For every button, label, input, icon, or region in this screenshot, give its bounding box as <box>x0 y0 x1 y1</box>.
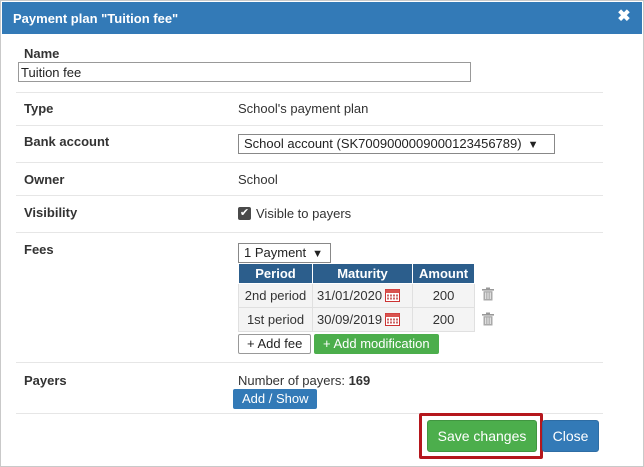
column-header: Amount <box>411 263 476 284</box>
period-cell: 2nd period <box>238 283 313 308</box>
checkmark-icon: ✔ <box>239 207 250 219</box>
dialog-title: Payment plan "Tuition fee" <box>13 11 179 26</box>
trash-icon[interactable] <box>481 287 495 301</box>
column-header: Period <box>238 263 313 284</box>
owner-value: School <box>238 172 278 187</box>
column-header: Maturity <box>312 263 413 284</box>
payers-count-value: 169 <box>348 373 371 388</box>
payers-label: Payers <box>24 373 67 388</box>
maturity-cell[interactable]: 30/09/2019 <box>312 307 413 332</box>
maturity-cell[interactable]: 31/01/2020 <box>312 283 413 308</box>
caret-down-icon: ▼ <box>312 248 324 260</box>
divider <box>16 125 603 126</box>
visibility-label: Visibility <box>24 205 78 220</box>
visibility-checkbox-label: Visible to payers <box>256 206 352 221</box>
maturity-date: 31/01/2020 <box>317 288 383 303</box>
dialog-titlebar: Payment plan "Tuition fee" ✖ <box>2 2 642 34</box>
fees-count-value: 1 Payment <box>244 245 307 260</box>
fees-table: Period Maturity Amount 2nd period 31/01/… <box>238 263 476 332</box>
payers-count-prefix: Number of payers: <box>238 373 345 388</box>
period-cell: 1st period <box>238 307 313 332</box>
maturity-date: 30/09/2019 <box>317 312 383 327</box>
close-icon[interactable]: ✖ <box>616 8 632 26</box>
table-row: 2nd period 31/01/2020 200 <box>238 283 476 308</box>
fees-label: Fees <box>24 242 54 257</box>
type-value: School's payment plan <box>238 101 369 116</box>
amount-cell[interactable]: 200 <box>411 283 476 308</box>
name-label: Name <box>24 46 60 61</box>
fees-count-select[interactable]: 1 Payment ▼ <box>238 243 331 263</box>
divider <box>16 362 603 363</box>
owner-label: Owner <box>24 172 65 187</box>
calendar-icon[interactable] <box>385 312 401 326</box>
trash-icon[interactable] <box>481 312 495 326</box>
calendar-icon[interactable] <box>385 288 401 302</box>
payment-plan-dialog: Payment plan "Tuition fee" ✖ Name Type S… <box>0 0 644 467</box>
name-input[interactable] <box>18 62 471 82</box>
table-header-row: Period Maturity Amount <box>238 263 476 284</box>
divider <box>16 195 603 196</box>
save-changes-button[interactable]: Save changes <box>427 420 537 452</box>
bank-account-value: School account (SK7009000009000123456789… <box>244 136 522 151</box>
divider <box>16 232 603 233</box>
add-modification-button[interactable]: + Add modification <box>314 334 439 354</box>
type-label: Type <box>24 101 54 116</box>
divider <box>16 162 603 163</box>
divider <box>16 92 603 93</box>
caret-down-icon: ▼ <box>527 139 539 151</box>
close-button[interactable]: Close <box>542 420 599 452</box>
add-show-payers-button[interactable]: Add / Show <box>233 389 317 409</box>
table-row: 1st period 30/09/2019 200 <box>238 307 476 332</box>
add-fee-button[interactable]: + Add fee <box>238 334 312 354</box>
payers-count-text: Number of payers: 169 <box>238 373 370 388</box>
amount-cell[interactable]: 200 <box>411 307 476 332</box>
bank-account-label: Bank account <box>24 134 110 149</box>
visibility-checkbox[interactable]: ✔ <box>238 207 251 220</box>
bank-account-select[interactable]: School account (SK7009000009000123456789… <box>238 134 555 154</box>
